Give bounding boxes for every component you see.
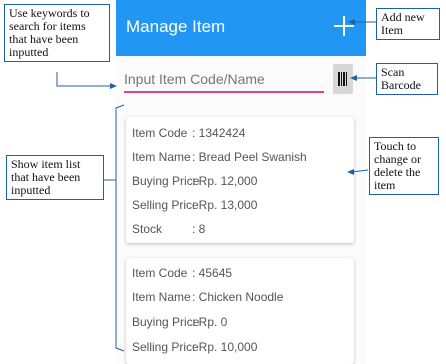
page-title: Manage Item <box>126 17 226 36</box>
buying-price-row: Buying Price: Rp. 12,000 <box>132 174 257 188</box>
barcode-icon <box>338 72 348 86</box>
item-card[interactable]: Item Code : 45645 Item Name: Chicken Nood… <box>126 258 354 364</box>
buying-price-value: : Rp. 12,000 <box>192 174 258 188</box>
search-input[interactable] <box>124 66 324 92</box>
item-card[interactable]: Item Code : 1342424 Item Name: Bread Peel… <box>126 117 354 243</box>
note-search-keywords: Use keywords to search for items that ha… <box>4 4 110 62</box>
item-code-row: Item Code : 1342424 <box>132 126 245 140</box>
selling-price-value: : Rp. 13,000 <box>192 198 258 212</box>
selling-price-label: Selling Price <box>132 340 199 354</box>
selling-price-row: Selling Price: Rp. 10,000 <box>132 340 257 354</box>
scan-barcode-button[interactable] <box>333 64 353 94</box>
item-code-value: : 1342424 <box>192 126 246 140</box>
item-code-label: Item Code <box>132 266 188 280</box>
buying-price-label: Buying Price <box>132 174 200 188</box>
buying-price-value: : Rp. 0 <box>192 315 228 329</box>
stock-row: Stock : 8 <box>132 222 205 236</box>
selling-price-value: : Rp. 10,000 <box>192 340 258 354</box>
item-code-label: Item Code <box>132 126 188 140</box>
note-scan-barcode: Scan Barcode <box>376 63 438 95</box>
note-item-list: Show item list that have been inputted <box>6 155 104 200</box>
search-underline <box>124 91 324 93</box>
item-code-value: : 45645 <box>192 266 233 280</box>
add-item-button[interactable] <box>330 12 358 40</box>
stock-label: Stock <box>132 222 163 236</box>
buying-price-row: Buying Price: Rp. 0 <box>132 315 227 329</box>
item-name-value: : Bread Peel Swanish <box>192 150 307 164</box>
selling-price-row: Selling Price: Rp. 13,000 <box>132 198 257 212</box>
item-name-row: Item Name: Chicken Noodle <box>132 290 283 304</box>
app-bar: Manage Item <box>116 0 366 56</box>
phone-screen: Manage Item Item Code : 1342424 Item Name… <box>116 0 366 364</box>
item-name-label: Item Name <box>132 290 191 304</box>
note-touch-item: Touch to change or delete the item <box>369 137 439 195</box>
selling-price-label: Selling Price <box>132 198 199 212</box>
item-name-label: Item Name <box>132 150 191 164</box>
item-code-row: Item Code : 45645 <box>132 266 232 280</box>
note-add-item: Add new Item <box>376 8 440 40</box>
buying-price-label: Buying Price <box>132 315 200 329</box>
item-name-row: Item Name: Bread Peel Swanish <box>132 150 307 164</box>
item-name-value: : Chicken Noodle <box>192 290 284 304</box>
stock-value: : 8 <box>192 222 206 236</box>
